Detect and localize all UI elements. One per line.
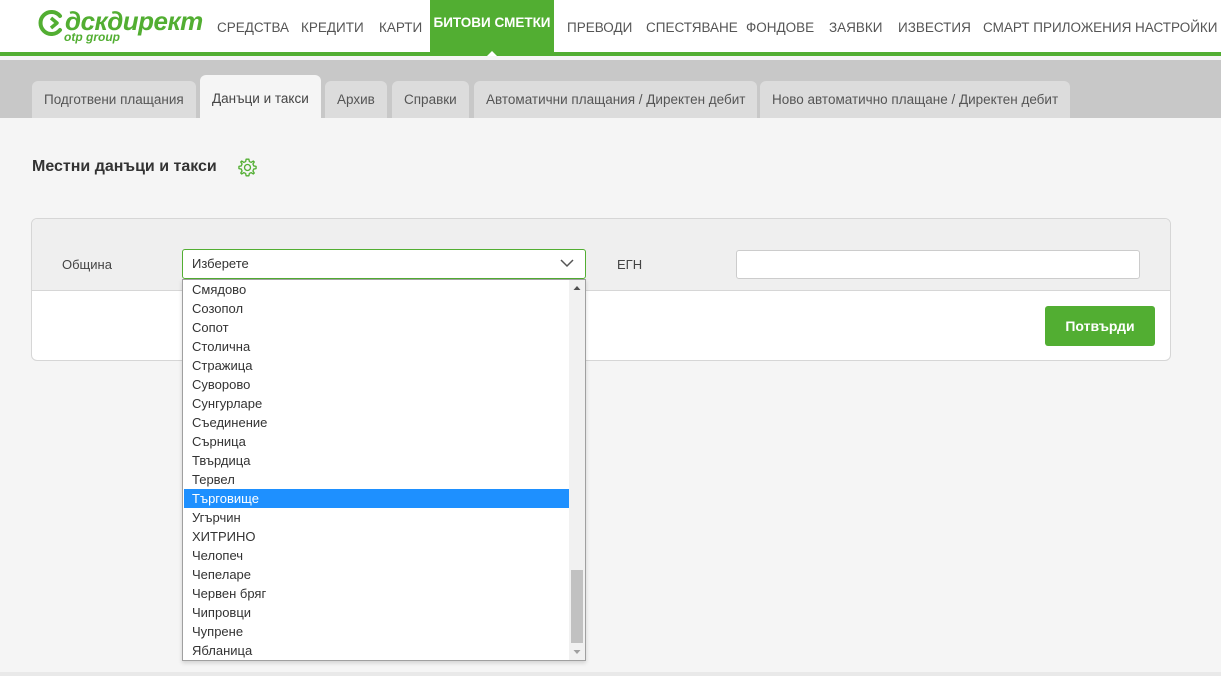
dropdown-option[interactable]: Угърчин [184,508,569,527]
egn-input[interactable] [736,250,1140,279]
dropdown-option[interactable]: Ябланица [184,641,569,660]
dsk-logo-icon [38,10,62,36]
nav-item-krediti[interactable]: КРЕДИТИ [301,0,364,56]
dropdown-option[interactable]: Стражица [184,356,569,375]
dropdown-option[interactable]: Челопеч [184,546,569,565]
dropdown-option[interactable]: Сунгурларе [184,394,569,413]
municipality-select[interactable]: Изберете [182,249,586,279]
nav-item-izvestiya[interactable]: ИЗВЕСТИЯ [898,0,971,56]
gear-icon[interactable] [237,157,258,178]
nav-item-smart-prilozheniya[interactable]: СМАРТ ПРИЛОЖЕНИЯ [983,0,1131,56]
dropdown-option[interactable]: Сърница [184,432,569,451]
dropdown-option[interactable]: Созопол [184,299,569,318]
brand-logo[interactable]: дскдирект otp group [38,6,203,48]
tab-automatic-payments[interactable]: Автоматични плащания / Директен дебит [474,81,758,118]
dropdown-option[interactable]: Смядово [184,280,569,299]
nav-item-fondove[interactable]: ФОНДОВЕ [746,0,814,56]
page-title: Местни данъци и такси [32,158,217,175]
nav-item-zayavki[interactable]: ЗАЯВКИ [829,0,882,56]
dropdown-option[interactable]: Сопот [184,318,569,337]
dropdown-option[interactable]: Чепеларе [184,565,569,584]
municipality-dropdown-list: Смядово Созопол Сопот Столична Стражица … [182,279,586,661]
dropdown-option[interactable]: Червен бряг [184,584,569,603]
tab-prepared-payments[interactable]: Подготвени плащания [32,81,196,118]
nav-item-sredstva[interactable]: СРЕДСТВА [217,0,289,56]
brand-sub: otp group [64,30,120,44]
dropdown-option[interactable]: Чупрене [184,622,569,641]
dropdown-option[interactable]: Чипровци [184,603,569,622]
egn-label: ЕГН [617,257,643,272]
scroll-down-arrow-icon[interactable] [569,643,585,660]
confirm-button[interactable]: Потвърди [1045,306,1155,346]
active-caret-icon [487,51,497,56]
nav-item-spestyavane[interactable]: СПЕСТЯВАНЕ [646,0,738,56]
dropdown-option[interactable]: Столична [184,337,569,356]
nav-item-bitovi-smetki[interactable]: БИТОВИ СМЕТКИ [430,0,554,56]
dropdown-option[interactable]: Суворово [184,375,569,394]
tab-reports[interactable]: Справки [392,81,469,118]
municipality-label: Община [62,257,112,272]
dropdown-option[interactable]: Тервел [184,470,569,489]
tab-new-automatic-payment[interactable]: Ново автоматично плащане / Директен деби… [760,81,1071,118]
dropdown-option[interactable]: Съединение [184,413,569,432]
subtabs-bar: Подготвени плащания Данъци и такси Архив… [0,60,1221,118]
scroll-up-arrow-icon[interactable] [569,280,585,297]
nav-item-karti[interactable]: КАРТИ [379,0,422,56]
dropdown-option[interactable]: Твърдица [184,451,569,470]
dropdown-option-highlighted[interactable]: Търговище [184,489,569,508]
tab-archive[interactable]: Архив [325,81,387,118]
nav-item-nastroyki[interactable]: НАСТРОЙКИ [1135,0,1217,56]
nav-item-prevodi[interactable]: ПРЕВОДИ [567,0,632,56]
tab-taxes-and-fees[interactable]: Данъци и такси [200,75,321,118]
top-navigation: дскдирект otp group СРЕДСТВА КРЕДИТИ КАР… [0,0,1221,56]
dropdown-option[interactable]: ХИТРИНО [184,527,569,546]
nav-item-bitovi-smetki-label: БИТОВИ СМЕТКИ [433,15,551,30]
page-bottom-divider [0,672,1221,676]
municipality-select-value: Изберете [192,256,249,271]
chevron-down-icon [560,259,574,268]
dropdown-scrollbar[interactable] [569,280,585,660]
scrollbar-thumb[interactable] [571,570,583,643]
